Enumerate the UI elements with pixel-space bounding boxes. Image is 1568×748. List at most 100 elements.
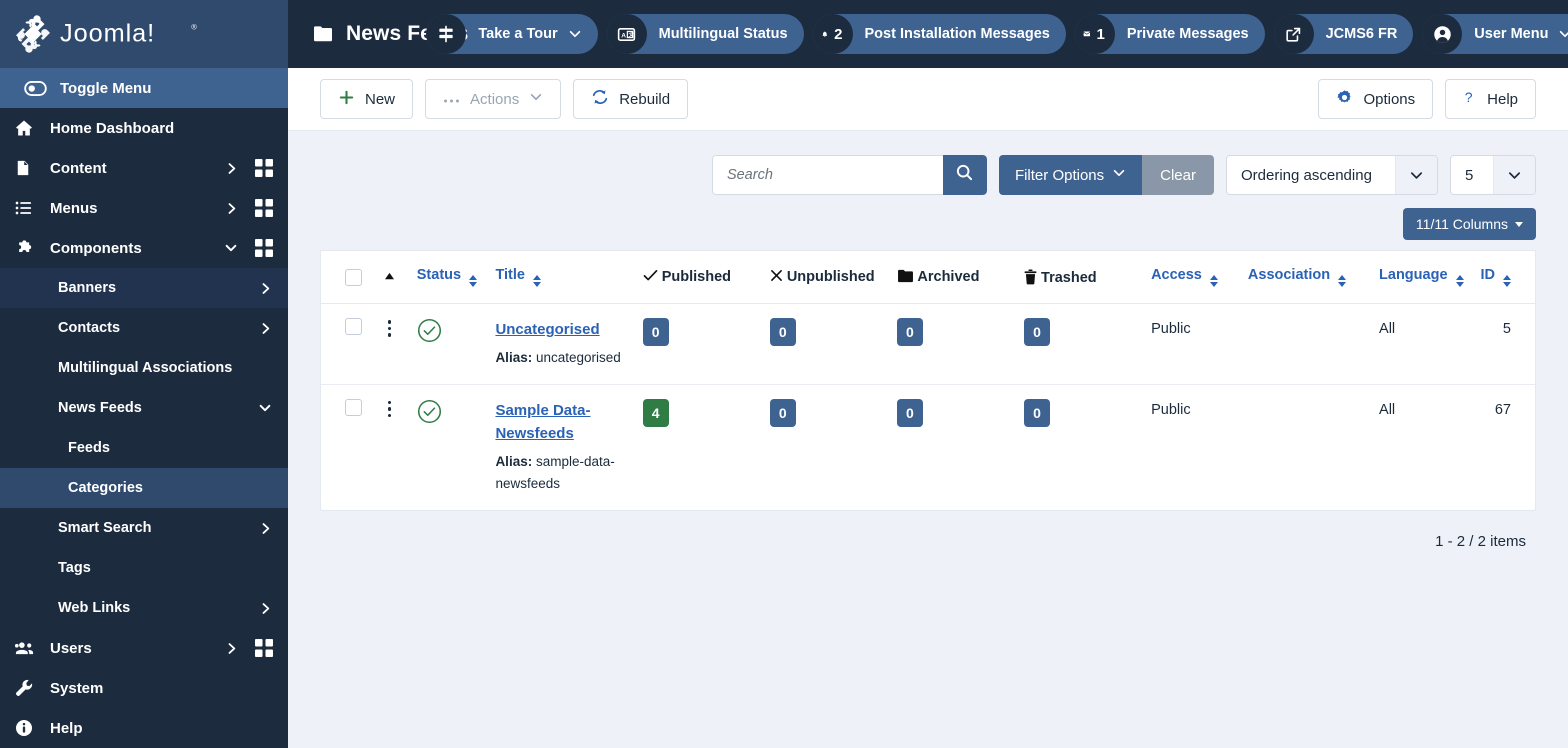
sidebar-item-web-links[interactable]: Web Links bbox=[0, 588, 288, 628]
search-input[interactable] bbox=[711, 155, 943, 195]
list-limit-value: 5 bbox=[1465, 166, 1474, 184]
search-button[interactable] bbox=[942, 155, 987, 195]
times-icon bbox=[770, 269, 787, 285]
dashboard-grid-icon[interactable] bbox=[252, 239, 276, 257]
row-checkbox[interactable] bbox=[345, 398, 362, 416]
sidebar-item-system[interactable]: System bbox=[0, 668, 288, 708]
sidebar-item-feeds[interactable]: Feeds bbox=[0, 428, 288, 468]
chevron-down-icon[interactable] bbox=[254, 401, 276, 415]
unpublished-count-badge[interactable]: 0 bbox=[769, 398, 796, 427]
table-body: Uncategorised Alias: uncategorised 0 0 0… bbox=[321, 303, 1535, 510]
access-header[interactable]: Access bbox=[1145, 251, 1242, 304]
sidebar-item-home-dashboard[interactable]: Home Dashboard bbox=[0, 108, 288, 148]
rebuild-button[interactable]: Rebuild bbox=[573, 79, 689, 119]
sidebar-item-smart-search[interactable]: Smart Search bbox=[0, 508, 288, 548]
sidebar-item-menus[interactable]: Menus bbox=[0, 188, 288, 228]
gear-icon bbox=[1336, 89, 1353, 110]
sidebar-item-tags[interactable]: Tags bbox=[0, 548, 288, 588]
archived-count-badge[interactable]: 0 bbox=[896, 318, 923, 346]
sidebar-item-categories[interactable]: Categories bbox=[0, 468, 288, 508]
ordering-value: Ordering ascending bbox=[1241, 166, 1372, 184]
toggle-switch-icon bbox=[24, 80, 50, 96]
sidebar-item-components[interactable]: Components bbox=[0, 228, 288, 268]
row-actions-menu-icon[interactable] bbox=[374, 318, 404, 337]
row-actions-menu-icon[interactable] bbox=[374, 399, 404, 418]
sidebar-item-label: Smart Search bbox=[58, 520, 152, 536]
row-association-cell bbox=[1242, 384, 1373, 510]
chevron-right-icon[interactable] bbox=[254, 322, 276, 335]
ordering-select[interactable]: Ordering ascending bbox=[1226, 155, 1438, 195]
sidebar-item-content[interactable]: Content bbox=[0, 148, 288, 188]
private-messages-button[interactable]: 1 Private Messages bbox=[1074, 14, 1265, 54]
sidebar-item-label: System bbox=[50, 679, 104, 697]
id-header[interactable]: ID bbox=[1473, 251, 1535, 304]
chevron-right-icon[interactable] bbox=[254, 282, 276, 295]
row-id-cell: 5 bbox=[1473, 303, 1535, 385]
post-installation-messages-button[interactable]: 2 Post Installation Messages bbox=[812, 14, 1066, 54]
users-icon bbox=[14, 638, 40, 659]
sort-icon bbox=[1455, 275, 1464, 287]
row-checkbox[interactable] bbox=[345, 318, 362, 335]
chevron-right-icon[interactable] bbox=[220, 202, 242, 215]
rebuild-label: Rebuild bbox=[619, 90, 671, 108]
sidebar-item-news-feeds[interactable]: News Feeds bbox=[0, 388, 288, 428]
association-header[interactable]: Association bbox=[1241, 251, 1374, 304]
sidebar-item-contacts[interactable]: Contacts bbox=[0, 308, 288, 348]
list-limit-select[interactable]: 5 bbox=[1450, 155, 1536, 195]
dashboard-grid-icon[interactable] bbox=[252, 159, 276, 177]
title-header[interactable]: Title bbox=[489, 251, 637, 304]
post-installation-messages-label: Post Installation Messages bbox=[864, 26, 1050, 42]
select-all-checkbox[interactable] bbox=[345, 268, 362, 286]
row-association-cell bbox=[1241, 303, 1374, 385]
chevron-right-icon[interactable] bbox=[254, 602, 276, 615]
chevron-down-icon[interactable] bbox=[220, 241, 242, 255]
sidebar-item-users[interactable]: Users bbox=[0, 628, 288, 668]
language-header[interactable]: Language bbox=[1373, 251, 1474, 304]
published-check-circle-icon[interactable] bbox=[417, 318, 484, 347]
sidebar-item-banners[interactable]: Banners bbox=[0, 268, 288, 308]
trashed-count-badge[interactable]: 0 bbox=[1023, 398, 1050, 427]
user-menu-button[interactable]: User Menu bbox=[1422, 14, 1568, 54]
row-archived-cell: 0 bbox=[891, 384, 1018, 510]
row-actions-cell bbox=[368, 384, 410, 510]
wrench-icon bbox=[14, 678, 40, 698]
multilingual-status-button[interactable]: A文 Multilingual Status bbox=[606, 14, 804, 54]
sidebar-item-help[interactable]: Help bbox=[0, 708, 288, 748]
sidebar-toggle-menu[interactable]: Toggle Menu bbox=[0, 68, 288, 108]
take-a-tour-button[interactable]: Take a Tour bbox=[426, 14, 598, 54]
site-link-label: JCMS6 FR bbox=[1325, 26, 1398, 42]
category-title-link[interactable]: Uncategorised bbox=[495, 318, 599, 341]
filter-options-button[interactable]: Filter Options bbox=[998, 155, 1143, 195]
row-trashed-cell: 0 bbox=[1018, 384, 1145, 510]
options-button[interactable]: Options bbox=[1318, 79, 1434, 119]
ordering-header[interactable] bbox=[368, 251, 411, 304]
chevron-right-icon[interactable] bbox=[220, 162, 242, 175]
alias-value: uncategorised bbox=[535, 350, 621, 366]
dashboard-grid-icon[interactable] bbox=[252, 199, 276, 217]
brand-logo-area[interactable]: Joomla! ® bbox=[0, 0, 288, 68]
columns-label: 11/11 Columns bbox=[1415, 216, 1508, 232]
unpublished-count-badge[interactable]: 0 bbox=[769, 318, 796, 346]
archived-count-badge[interactable]: 0 bbox=[896, 398, 923, 427]
published-check-circle-icon[interactable] bbox=[417, 399, 484, 428]
new-button[interactable]: New bbox=[320, 79, 414, 119]
chevron-right-icon[interactable] bbox=[220, 642, 242, 655]
row-trashed-cell: 0 bbox=[1017, 303, 1146, 385]
multilingual-status-label: Multilingual Status bbox=[658, 26, 788, 42]
chevron-right-icon[interactable] bbox=[254, 522, 276, 535]
trashed-count-badge[interactable]: 0 bbox=[1023, 318, 1050, 346]
row-title-cell: Sample Data-Newsfeeds Alias: sample-data… bbox=[489, 384, 636, 510]
sort-icon bbox=[1503, 275, 1511, 287]
published-count-badge[interactable]: 4 bbox=[642, 398, 669, 427]
actions-button[interactable]: Actions bbox=[425, 79, 562, 119]
clear-filters-button[interactable]: Clear bbox=[1142, 155, 1214, 195]
help-button[interactable]: ? Help bbox=[1445, 79, 1536, 119]
site-link-button[interactable]: JCMS6 FR bbox=[1273, 14, 1414, 54]
columns-toggle-button[interactable]: 11/11 Columns bbox=[1402, 208, 1536, 240]
status-header[interactable]: Status bbox=[410, 251, 490, 304]
category-title-link[interactable]: Sample Data-Newsfeeds bbox=[495, 399, 630, 446]
dashboard-grid-icon[interactable] bbox=[252, 639, 276, 657]
sidebar-item-label: Help bbox=[50, 719, 83, 737]
sidebar-item-multilingual-associations[interactable]: Multilingual Associations bbox=[0, 348, 288, 388]
published-count-badge[interactable]: 0 bbox=[642, 318, 669, 346]
